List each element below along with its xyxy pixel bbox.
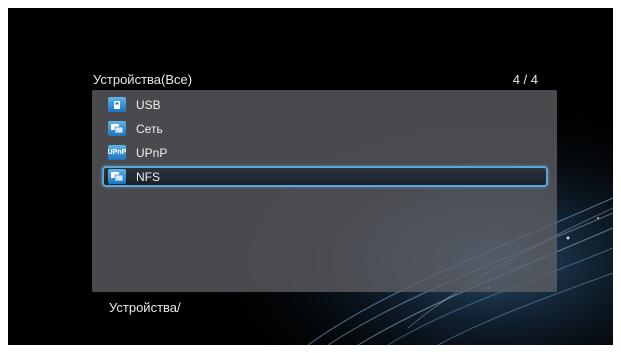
page-indicator: 4 / 4 [512, 72, 538, 87]
device-item-nfs[interactable]: NFS [102, 166, 548, 187]
device-item-upnp[interactable]: UPnP UPnP [102, 142, 548, 163]
device-item-label: UPnP [136, 145, 168, 160]
network-computer-icon [108, 121, 126, 136]
device-item-label: Сеть [136, 121, 163, 136]
device-list-panel: USB Сеть UPnP UPnP NFS [92, 90, 557, 292]
usb-drive-icon [108, 97, 126, 112]
page-title: Устройства(Все) [93, 72, 193, 87]
breadcrumb-path: Устройства/ [109, 300, 181, 315]
device-list: USB Сеть UPnP UPnP NFS [102, 94, 548, 190]
device-item-usb[interactable]: USB [102, 94, 548, 115]
upnp-icon: UPnP [108, 145, 126, 160]
media-player-screen: Устройства(Все) 4 / 4 USB Сеть UPnP UPnP [8, 8, 613, 345]
device-item-network[interactable]: Сеть [102, 118, 548, 139]
device-item-label: USB [136, 97, 161, 112]
device-item-label: NFS [136, 169, 160, 184]
header-bar: Устройства(Все) 4 / 4 [93, 72, 538, 88]
nfs-computer-icon [108, 169, 126, 184]
